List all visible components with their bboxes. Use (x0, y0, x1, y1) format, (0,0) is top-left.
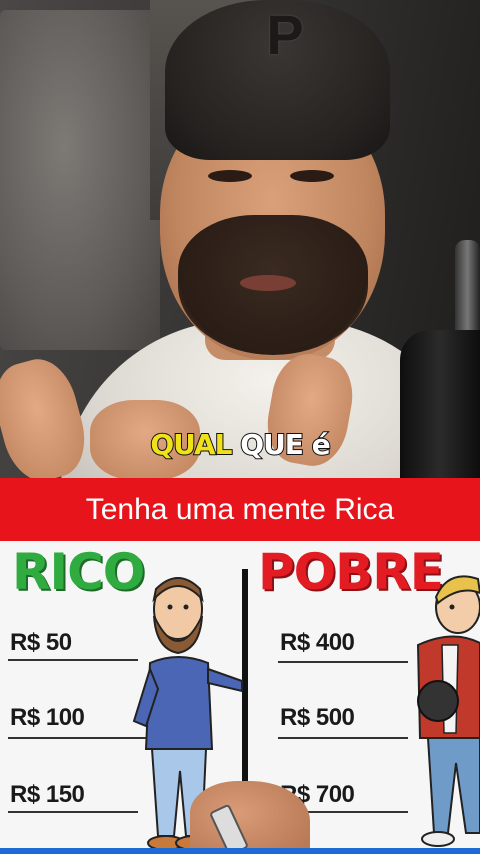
rico-heading: RICO (12, 543, 145, 601)
rico-amount-1: R$ 50 (10, 629, 72, 656)
progress-bar[interactable] (0, 848, 480, 854)
caption-word-3: é (311, 427, 332, 462)
caption-word-1: QUAL (149, 427, 233, 462)
whiteboard: RICO POBRE R$ 50 R$ 100 R$ 150 R$ 400 R$… (0, 541, 480, 854)
pobre-line-1 (278, 661, 408, 663)
drawing-hand (190, 781, 310, 854)
title-banner: Tenha uma mente Rica (0, 478, 480, 541)
video-frame[interactable]: P QUAL QUE é (0, 0, 480, 478)
banner-title: Tenha uma mente Rica (85, 492, 395, 526)
rico-line-3 (8, 811, 138, 813)
rico-line-1 (8, 659, 138, 661)
rico-amount-2: R$ 100 (10, 704, 85, 731)
right-eye (290, 170, 334, 182)
acoustic-panel (0, 10, 160, 350)
blond-man-illustration (416, 575, 480, 847)
pobre-amount-1: R$ 400 (280, 629, 355, 656)
rico-line-2 (8, 737, 148, 739)
left-eye (208, 170, 252, 182)
video-caption: QUAL QUE é (0, 427, 480, 462)
caption-word-2: QUE (239, 427, 305, 462)
pobre-amount-2: R$ 500 (280, 704, 355, 731)
pobre-line-2 (278, 737, 408, 739)
mouth (240, 275, 296, 291)
cap-logo-icon: P (266, 3, 304, 66)
rico-amount-3: R$ 150 (10, 781, 85, 808)
